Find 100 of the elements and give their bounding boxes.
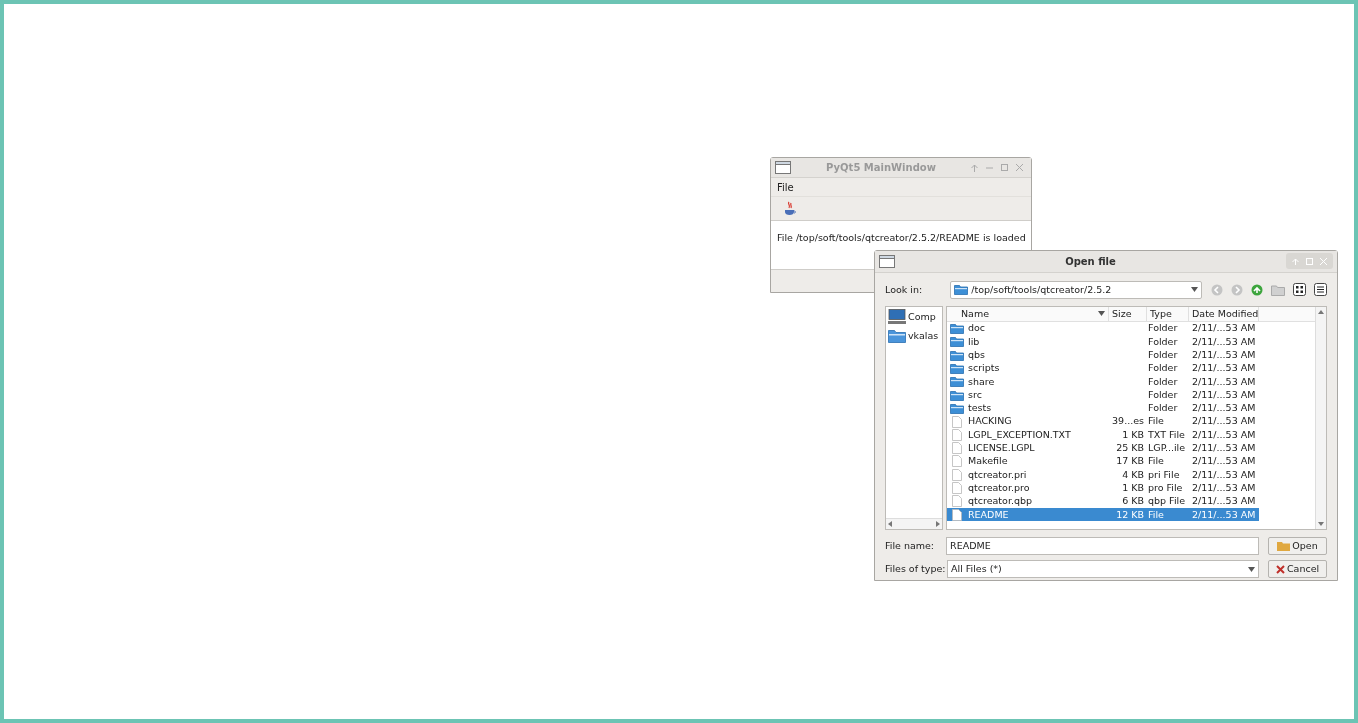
back-icon[interactable] [1211,283,1223,296]
document-icon [952,455,962,468]
date-modified: 2/11/...53 AM [1192,375,1256,387]
file-row[interactable]: doc Folder 2/11/...53 AM [947,321,1259,336]
file-row[interactable]: qtcreator.pri 4 KB pri File 2/11/...53 AM [947,468,1259,482]
folder-icon [954,284,969,296]
date-modified: 2/11/...53 AM [1192,362,1256,374]
file-name: LICENSE.LGPL [968,441,1035,456]
menu-item[interactable]: File [777,179,794,195]
cancel-button[interactable]: Cancel [1268,560,1327,579]
date-modified: 2/11/...53 AM [1192,322,1256,334]
file-row[interactable]: share Folder 2/11/...53 AM [947,375,1259,389]
file-size: 12 KB [1116,508,1144,520]
date-modified: 2/11/...53 AM [1192,335,1256,347]
up-icon[interactable] [1251,283,1263,296]
file-type: LGP...ile [1148,442,1186,454]
forward-icon[interactable] [1231,283,1243,296]
date-modified: 2/11/...53 AM [1192,495,1256,507]
document-icon [952,508,962,521]
file-name: README [968,507,1009,522]
status-message: File /top/soft/tools/qtcreator/2.5.2/README is loaded [777,232,1026,243]
close-icon[interactable] [1016,164,1023,171]
file-row[interactable]: qtcreator.qbp 6 KB qbp File 2/11/...53 AM [947,494,1259,508]
file-type: Folder [1148,388,1178,400]
coffee-cup-icon[interactable] [783,200,797,217]
down-arrow-icon[interactable] [1318,522,1324,527]
file-name: HACKING [968,414,1012,429]
detail-view-icon[interactable] [1314,283,1327,297]
look-in-combobox[interactable]: /top/soft/tools/qtcreator/2.5.2 [950,280,1202,299]
up-arrow-icon[interactable] [1318,309,1324,314]
sidebar-item[interactable]: vkalas [886,327,942,345]
computer-icon [888,309,906,326]
file-type: File [1148,415,1164,427]
vertical-scrollbar[interactable] [1315,306,1326,530]
file-row[interactable]: scripts Folder 2/11/...53 AM [947,361,1259,376]
new-folder-icon[interactable] [1271,283,1285,296]
folder-icon [950,402,964,414]
document-icon [952,415,962,428]
file-name-label: File name: [885,539,936,553]
file-row[interactable]: src Folder 2/11/...53 AM [947,388,1259,402]
maximize-icon[interactable] [1001,164,1008,171]
date-modified: 2/11/...53 AM [1192,402,1256,414]
file-row[interactable]: tests Folder 2/11/...53 AM [947,401,1259,415]
file-row[interactable]: README 12 KB File 2/11/...53 AM [947,508,1259,522]
cross-icon [1275,564,1285,574]
file-name: src [968,387,982,402]
date-modified: 2/11/...53 AM [1192,442,1256,454]
sidebar-item[interactable]: Comp [886,308,942,326]
file-name: qtcreator.pro [968,480,1030,495]
file-size: 25 KB [1116,442,1144,454]
file-name: lib [968,334,980,349]
open-button[interactable]: Open [1267,537,1327,556]
document-icon [952,468,962,481]
file-type: qbp File [1148,495,1185,507]
date-modified: 2/11/...53 AM [1192,349,1256,360]
file-type: Folder [1148,375,1178,387]
folder-icon [950,362,964,374]
file-row[interactable]: LGPL_EXCEPTION.TXT 1 KB TXT File 2/11/...53 AM [947,428,1259,442]
file-row[interactable]: qtcreator.pro 1 KB pro File 2/11/...53 AM [947,481,1259,495]
folder-icon [950,323,964,334]
file-type: pri File [1148,468,1180,480]
document-icon [952,495,962,508]
grid-view-icon[interactable] [1293,283,1306,297]
folder-icon [888,329,906,344]
date-modified: 2/11/...53 AM [1192,428,1256,440]
file-name: LGPL_EXCEPTION.TXT [968,427,1071,442]
file-row[interactable]: LICENSE.LGPL 25 KB LGP...ile 2/11/...53 AM [947,441,1259,455]
folder-icon [950,349,964,361]
folder-icon [950,376,964,388]
window-title: PyQt5 MainWindow [825,161,937,175]
column-header[interactable]: Type [1147,306,1189,321]
file-row[interactable]: HACKING 39...es File 2/11/...53 AM [947,414,1259,429]
date-modified: 2/11/...53 AM [1192,481,1256,493]
file-row[interactable]: qbs Folder 2/11/...53 AM [947,348,1259,362]
file-size: 17 KB [1116,455,1144,467]
column-header[interactable]: Size [1109,306,1147,321]
file-row[interactable]: lib Folder 2/11/...53 AM [947,335,1259,349]
document-icon [952,442,962,455]
file-name: qtcreator.pri [968,467,1027,482]
column-header[interactable]: Name [947,306,1109,321]
file-row[interactable]: Makefile 17 KB File 2/11/...53 AM [947,454,1259,469]
file-type: Folder [1148,362,1178,374]
file-size: 4 KB [1122,468,1144,480]
document-icon [952,482,962,495]
right-arrow-icon[interactable] [936,521,940,528]
date-modified: 2/11/...53 AM [1192,508,1256,520]
file-type-combobox[interactable]: All Files (*) [947,560,1260,579]
date-modified: 2/11/...53 AM [1192,415,1256,427]
window-icon [879,254,895,268]
file-name: scripts [968,361,1000,376]
horizontal-scrollbar[interactable] [886,518,942,530]
column-header[interactable]: Date Modified [1189,306,1259,321]
left-arrow-icon[interactable] [888,521,892,528]
window-title: Open file [1064,254,1117,269]
arrow-up-icon[interactable] [971,163,978,172]
dropdown-arrow-icon [1191,287,1198,293]
dropdown-arrow-icon [1248,566,1256,572]
file-type: pro File [1148,481,1183,493]
date-modified: 2/11/...53 AM [1192,388,1256,400]
file-name-field[interactable]: README [946,537,1259,556]
